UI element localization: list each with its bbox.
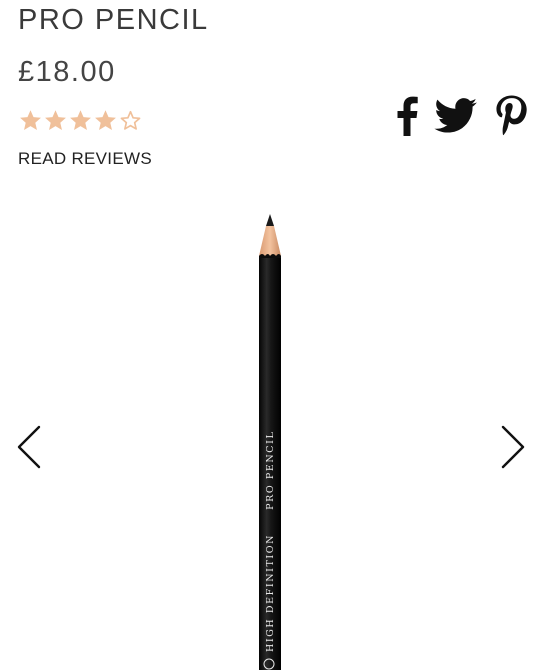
product-image-gallery: HIGH DEFINITIONPRO PENCIL [0,190,550,670]
product-image-pencil: HIGH DEFINITIONPRO PENCIL [259,214,281,670]
star-icon [95,109,116,130]
product-price: £18.00 [18,56,116,88]
chevron-left-icon[interactable] [12,424,46,470]
facebook-icon[interactable] [396,96,418,136]
star-icon [20,109,41,130]
twitter-icon[interactable] [434,98,478,134]
star-icon [70,109,91,130]
read-reviews-link[interactable]: READ REVIEWS [18,149,152,169]
pencil-imprint: HIGH DEFINITIONPRO PENCIL [265,431,276,652]
star-outline-icon [120,110,141,130]
product-title: PRO PENCIL [18,4,209,36]
star-rating [18,106,143,134]
svg-text:HIGH DEFINITIONPRO PENCIL: HIGH DEFINITIONPRO PENCIL [265,431,276,652]
chevron-right-icon[interactable] [496,424,530,470]
pinterest-icon[interactable] [494,95,528,137]
star-icon [45,109,66,130]
social-share [396,95,528,137]
